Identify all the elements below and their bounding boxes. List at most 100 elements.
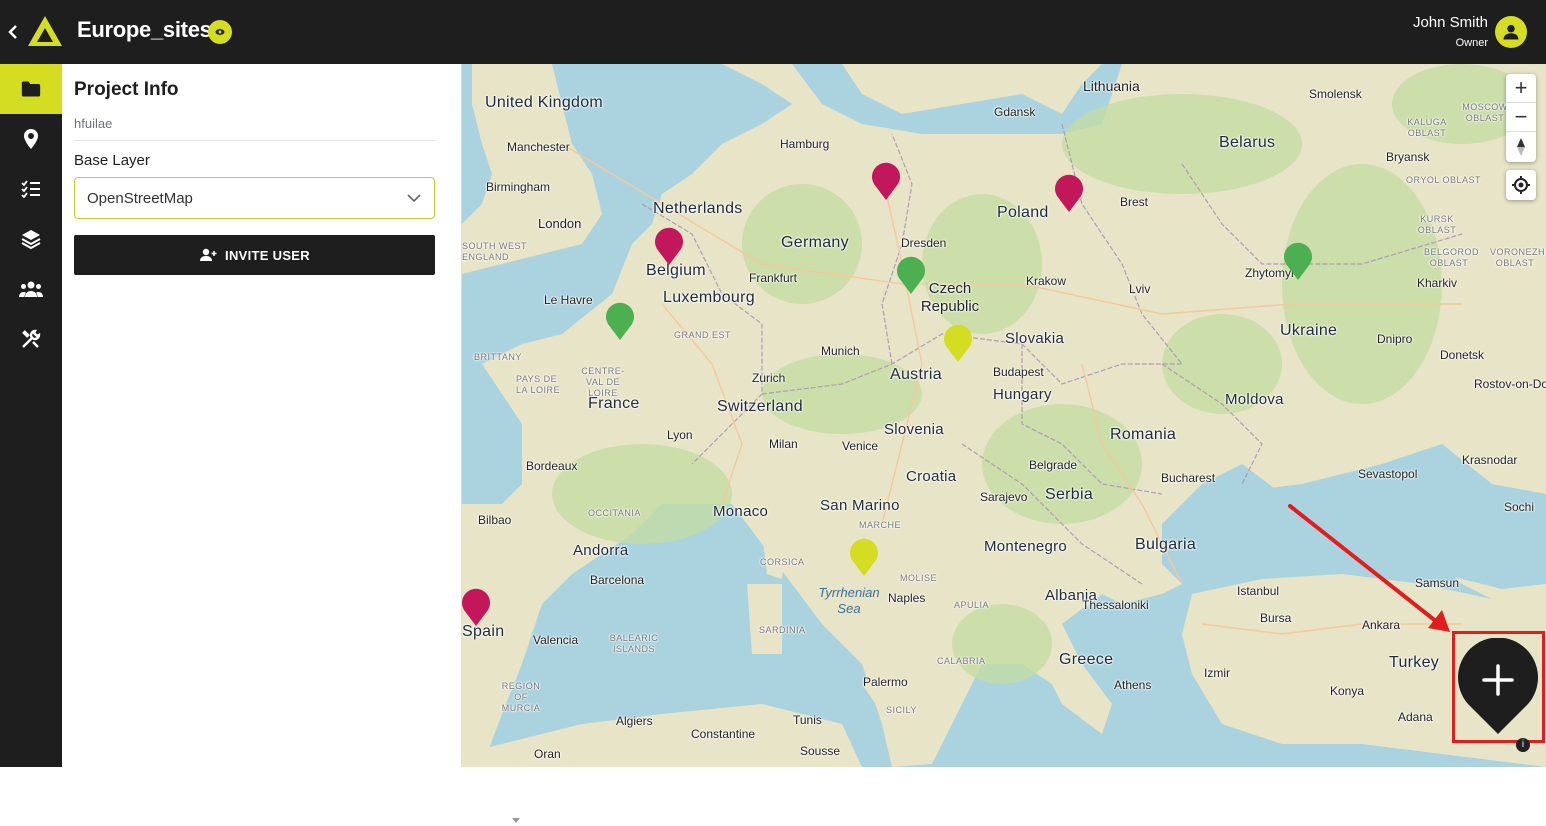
map-city: London: [538, 216, 582, 231]
base-layer-select[interactable]: OpenStreetMap: [74, 177, 435, 219]
map-city: Algiers: [616, 714, 653, 728]
map-label-montenegro: Montenegro: [984, 538, 1068, 555]
map-label-greece: Greece: [1059, 651, 1114, 668]
map-label-bulgaria: Bulgaria: [1135, 536, 1197, 553]
map-label-andorra: Andorra: [573, 542, 629, 559]
map-region: SARDINIA: [759, 625, 806, 635]
map-view[interactable]: United Kingdom Netherlands Belgium Luxem…: [462, 64, 1546, 767]
map-label-san-marino: San Marino: [820, 497, 900, 514]
reset-north-button[interactable]: [1506, 132, 1536, 161]
rail-item-sites[interactable]: [0, 114, 62, 164]
avatar[interactable]: [1495, 16, 1527, 48]
zoom-in-button[interactable]: +: [1506, 74, 1536, 103]
map-city: Valencia: [533, 633, 579, 647]
map-city: Venice: [842, 439, 879, 453]
site-marker-prague[interactable]: [895, 256, 927, 296]
map-city: Dresden: [901, 236, 947, 250]
map-label-netherlands: Netherlands: [653, 200, 743, 217]
locate-button[interactable]: [1506, 170, 1536, 200]
rail-item-layers[interactable]: [0, 214, 62, 264]
highlight-box: [1452, 631, 1545, 743]
side-rail: [0, 64, 62, 767]
map-sea-label: Tyrrhenian Sea: [818, 585, 880, 616]
project-settings-button[interactable]: [208, 20, 232, 44]
map-label-croatia: Croatia: [906, 468, 957, 485]
map-region: VORONEZH OBLAST: [1490, 247, 1546, 268]
site-marker-paris[interactable]: [604, 302, 636, 342]
map-city: Krasnodar: [1462, 453, 1518, 467]
rail-item-tools[interactable]: [0, 314, 62, 364]
map-label-luxembourg: Luxembourg: [663, 289, 755, 306]
map-city: Oran: [534, 747, 561, 761]
map-city: Kharkiv: [1417, 276, 1458, 290]
map-label-uk: United Kingdom: [485, 94, 604, 111]
map-city: Milan: [769, 437, 798, 451]
scroll-down-icon[interactable]: [510, 816, 522, 826]
map-region: MOLISE: [900, 573, 938, 583]
info-icon[interactable]: i: [1516, 738, 1530, 752]
map-city: Bordeaux: [526, 459, 578, 473]
gear-icon: [214, 28, 226, 36]
map-city: Smolensk: [1309, 87, 1362, 101]
back-button[interactable]: [4, 20, 22, 44]
map-basemap: [462, 64, 1546, 767]
site-marker-berlin[interactable]: [870, 162, 902, 202]
map-city: Rostov-on-Do: [1474, 377, 1546, 391]
map-city: Palermo: [863, 675, 908, 689]
map-region: MOSCOW OBLAST: [1462, 102, 1508, 123]
map-city: Adana: [1398, 710, 1433, 724]
rail-item-project[interactable]: [0, 64, 62, 114]
map-region: MARCHE: [859, 520, 902, 530]
map-city: Munich: [821, 344, 860, 358]
rail-item-tasks[interactable]: [0, 164, 62, 214]
compass-icon: [1517, 137, 1525, 156]
map-city: Lyon: [667, 428, 693, 442]
project-info-panel: Project Info hfuilae Base Layer OpenStre…: [62, 64, 520, 823]
map-label-ukraine: Ukraine: [1280, 322, 1338, 339]
user-name: John Smith: [1412, 14, 1488, 31]
site-marker-warsaw[interactable]: [1053, 174, 1085, 214]
map-city: Donetsk: [1440, 348, 1485, 362]
map-city: Constantine: [691, 727, 756, 741]
map-region: APULIA: [954, 600, 990, 610]
map-region: GRAND EST: [674, 330, 732, 340]
site-marker-madrid[interactable]: [462, 588, 492, 628]
map-region: KURSK OBLAST: [1417, 214, 1457, 235]
site-marker-brussels[interactable]: [653, 227, 685, 267]
site-marker-vienna[interactable]: [942, 324, 974, 364]
map-region: KALUGA OBLAST: [1407, 117, 1447, 138]
map-city: Naples: [888, 591, 926, 605]
map-label-germany: Germany: [781, 234, 849, 251]
rail-item-users[interactable]: [0, 264, 62, 314]
layers-icon: [21, 230, 41, 249]
map-label-switzerland: Switzerland: [717, 398, 804, 415]
map-city: Sousse: [800, 744, 841, 758]
site-marker-kyiv[interactable]: [1282, 242, 1314, 282]
site-marker-rome[interactable]: [848, 538, 880, 578]
invite-user-button[interactable]: INVITE USER: [74, 235, 435, 275]
locate-icon: [1512, 176, 1530, 194]
map-city: Bryansk: [1386, 150, 1430, 164]
map-label-romania: Romania: [1110, 426, 1177, 443]
map-city: Le Havre: [544, 293, 593, 307]
map-city: Sevastopol: [1358, 467, 1418, 481]
map-region: SICILY: [886, 705, 917, 715]
invite-user-label: INVITE USER: [225, 247, 310, 263]
map-city: Budapest: [993, 365, 1044, 379]
map-label-slovenia: Slovenia: [884, 421, 944, 438]
map-region: BALEARIC ISLANDS: [609, 633, 659, 654]
map-city: Dnipro: [1377, 332, 1413, 346]
map-city: Bilbao: [478, 513, 512, 527]
app-logo: [28, 16, 62, 46]
map-region: SOUTH WEST ENGLAND: [462, 241, 527, 262]
map-label-turkey: Turkey: [1389, 654, 1440, 671]
map-region: CALABRIA: [937, 656, 986, 666]
map-city: Birmingham: [486, 180, 551, 194]
map-city: Thessaloniki: [1082, 598, 1149, 612]
zoom-out-button[interactable]: −: [1506, 103, 1536, 132]
base-layer-value: OpenStreetMap: [87, 190, 193, 207]
top-bar: Europe_sites John Smith Owner: [0, 0, 1546, 64]
map-region: BRITTANY: [474, 352, 522, 362]
map-city: Tunis: [793, 713, 822, 727]
map-city: Zurich: [752, 371, 786, 385]
